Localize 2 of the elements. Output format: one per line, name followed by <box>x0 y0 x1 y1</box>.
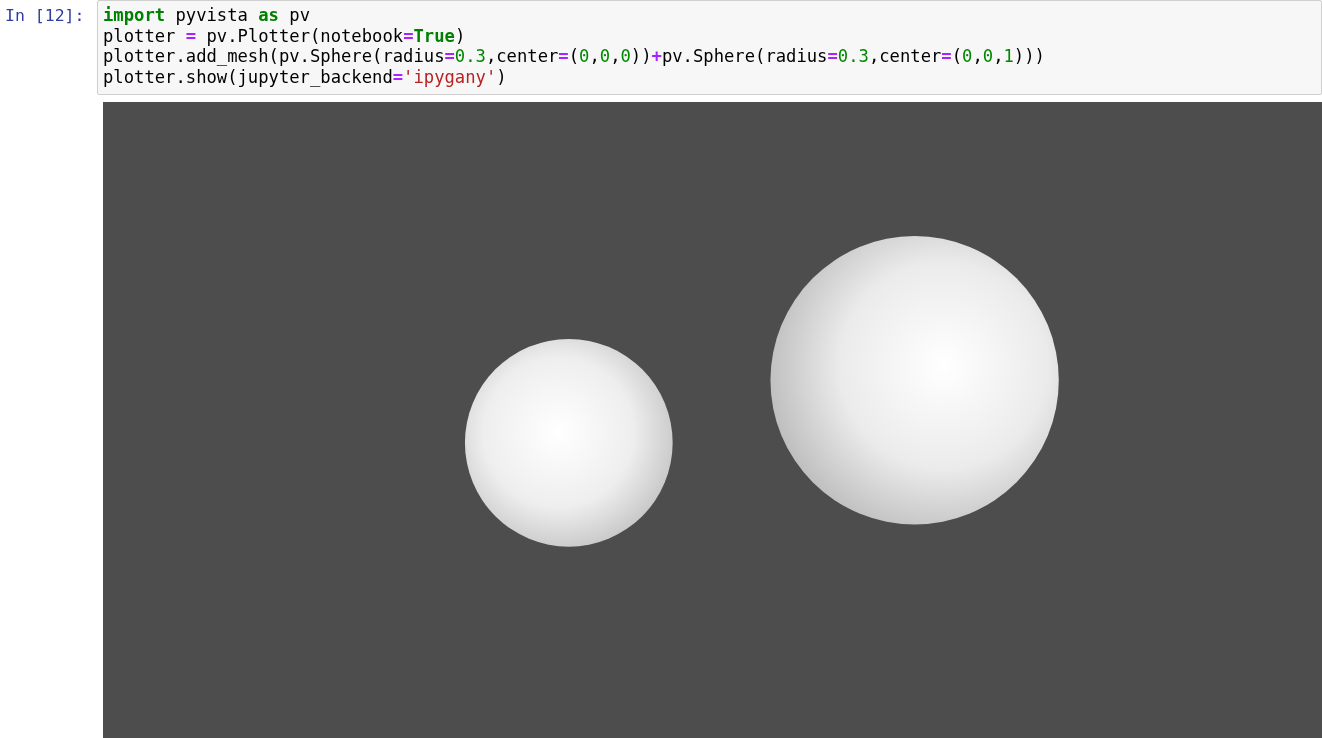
cell-prompt: In [12]: <box>4 5 86 27</box>
code-cell[interactable]: import pyvista as pv plotter = pv.Plotter(notebook=True) plotter.add_mesh(pv.Sphere(radius=0.3,center=(0,0,0))+pv.Sphere(radius=0.3,center=(0,0,1))) plotter.show(jupyter_backend='ipygany') <box>97 0 1322 95</box>
